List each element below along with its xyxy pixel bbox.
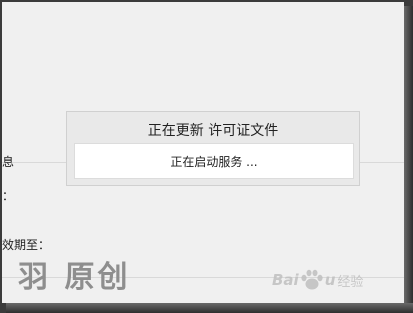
author-watermark: 羽 原创 — [18, 260, 131, 295]
paw-icon — [301, 269, 323, 290]
baidu-jingyan-watermark: Bai u 经验 — [272, 269, 363, 291]
window-shadow-right — [404, 6, 413, 313]
window-shadow-bottom — [6, 303, 413, 313]
app-window: 息 ： 效期至： 正在更新 许可证文件 正在启动服务 ... 羽 原创 Bai … — [2, 2, 404, 303]
field-label: ： — [2, 189, 15, 203]
baidu-logo-text-right: u — [324, 271, 336, 289]
baidu-jingyan-text: 经验 — [337, 274, 364, 290]
dialog-status-box: 正在启动服务 ... — [74, 143, 354, 179]
status-text: 正在启动服务 ... — [170, 154, 258, 169]
info-section-label: 息 — [2, 155, 15, 169]
expiry-date-label: 效期至： — [2, 238, 51, 252]
baidu-logo-text-left: Bai — [272, 271, 299, 289]
update-license-dialog: 正在更新 许可证文件 正在启动服务 ... — [66, 111, 360, 186]
dialog-title: 正在更新 许可证文件 — [147, 123, 279, 139]
